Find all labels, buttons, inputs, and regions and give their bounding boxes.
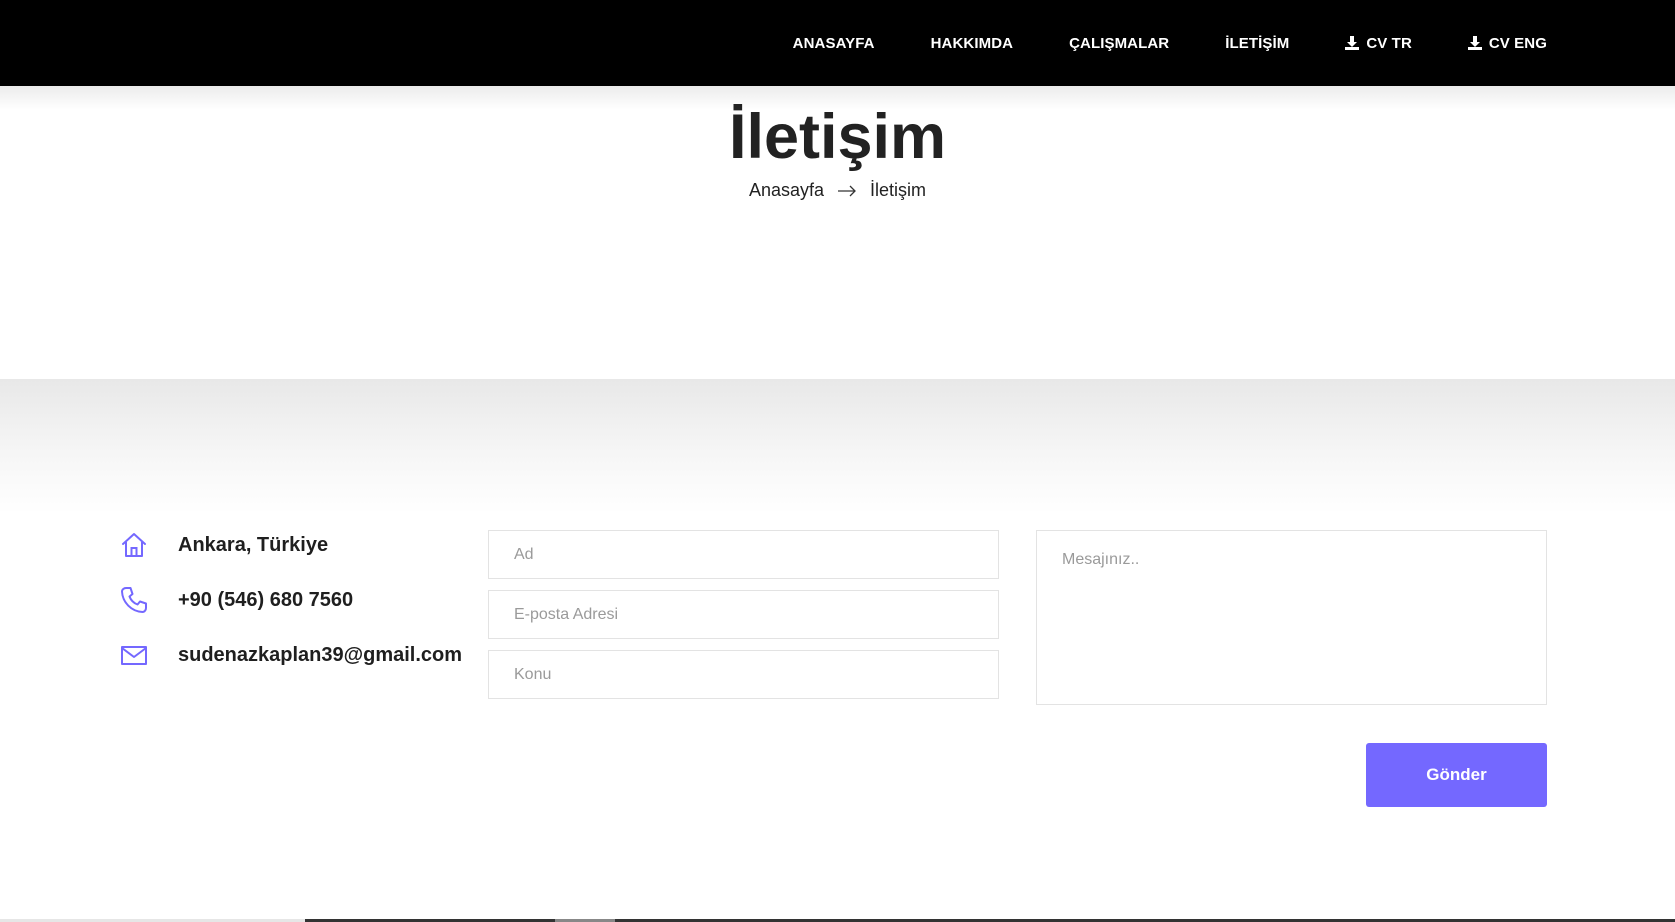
arrow-right-icon (838, 185, 856, 196)
nav-item-calismalar[interactable]: ÇALIŞMALAR (1069, 35, 1169, 52)
home-icon (122, 533, 146, 557)
nav-item-label: ÇALIŞMALAR (1069, 34, 1170, 52)
name-field[interactable] (488, 530, 999, 579)
page-hero: İletişim Anasayfa İletişim (0, 86, 1675, 379)
page-title: İletişim (728, 102, 947, 172)
download-icon (1467, 36, 1482, 50)
contact-address-text: Ankara, Türkiye (178, 533, 329, 556)
nav-item-label: CV TR (1366, 34, 1412, 52)
nav-item-label: ANASAYFA (792, 34, 875, 52)
breadcrumb: Anasayfa İletişim (0, 180, 1675, 201)
section-divider-band (0, 379, 1675, 514)
message-textarea[interactable] (1036, 530, 1547, 705)
nav-item-label: CV ENG (1488, 34, 1547, 52)
contact-phone-text: +90 (546) 680 7560 (178, 588, 354, 611)
nav-item-anasayfa[interactable]: ANASAYFA (793, 35, 875, 52)
contact-email: sudenazkaplan39@gmail.com (119, 640, 462, 670)
phone-icon (121, 587, 147, 613)
breadcrumb-current: İletişim (870, 180, 927, 200)
breadcrumb-home-link[interactable]: Anasayfa (749, 180, 824, 201)
subject-field[interactable] (488, 650, 999, 699)
nav-item-hakkimda[interactable]: HAKKIMDA (931, 35, 1013, 52)
main-nav: ANASAYFA HAKKIMDA ÇALIŞMALAR İLETİŞİM CV… (793, 0, 1547, 86)
submit-button[interactable]: Gönder (1366, 743, 1547, 807)
download-icon (1345, 36, 1360, 50)
contact-phone: +90 (546) 680 7560 (119, 585, 353, 615)
nav-item-label: HAKKIMDA (930, 34, 1014, 52)
nav-item-iletisim[interactable]: İLETİŞİM (1225, 35, 1289, 52)
nav-item-label: İLETİŞİM (1225, 34, 1290, 52)
top-navbar: ANASAYFA HAKKIMDA ÇALIŞMALAR İLETİŞİM CV… (0, 0, 1675, 86)
email-field[interactable] (488, 590, 999, 639)
contact-address: Ankara, Türkiye (119, 530, 328, 560)
nav-item-cv-tr[interactable]: CV TR (1345, 35, 1412, 52)
contact-email-text: sudenazkaplan39@gmail.com (178, 643, 463, 666)
mail-icon (121, 646, 147, 665)
nav-item-cv-eng[interactable]: CV ENG (1467, 34, 1547, 52)
